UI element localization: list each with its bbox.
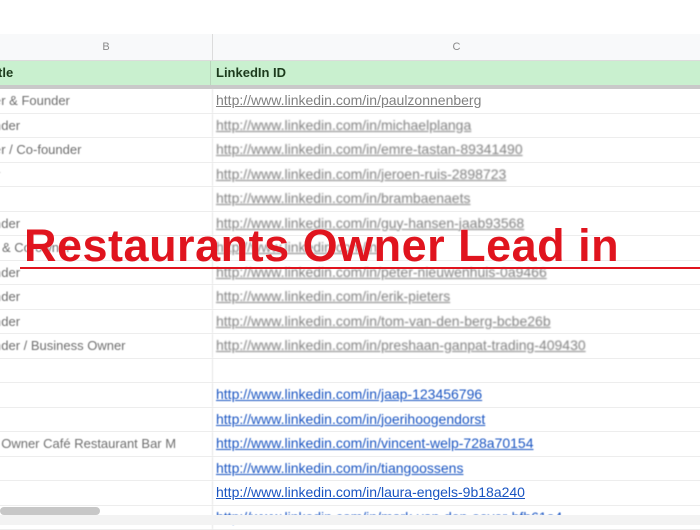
column-header-c[interactable]: C [213, 34, 700, 61]
cell-title-text: / Owner Café Restaurant Bar M [0, 436, 176, 451]
cell-title[interactable]: nder [0, 285, 213, 309]
cell-title[interactable]: y [0, 163, 213, 187]
table-row: http://www.linkedin.com/in/laura-engels-… [0, 481, 700, 506]
header-cell-title[interactable]: tle [0, 61, 211, 85]
cell-linkedin-url[interactable]: http://www.linkedin.com/in/michaelplanga [216, 114, 700, 138]
cell-title-text: er & Founder [0, 93, 70, 108]
cell-linkedin-url[interactable]: http://www.linkedin.com/in/laura-engels-… [216, 481, 700, 505]
table-row: er & Founder http://www.linkedin.com/in/p… [0, 89, 700, 114]
table-row: y http://www.linkedin.com/in/jeroen-ruis-… [0, 163, 700, 188]
cell-linkedin-url[interactable]: http://www.linkedin.com/in/paulzonnenber… [216, 89, 700, 113]
table-row: nder http://www.linkedin.com/in/michaelpl… [0, 114, 700, 139]
header-row: tle LinkedIn ID [0, 61, 700, 86]
cell-title-text: y [0, 167, 1, 182]
table-row: http://www.linkedin.com/in/joerihoogendo… [0, 408, 700, 433]
cell-title[interactable]: / Owner Café Restaurant Bar M [0, 432, 213, 456]
cell-title-text: nder [0, 216, 20, 231]
cell-title[interactable] [0, 457, 213, 481]
cell-title[interactable] [0, 187, 213, 211]
cell-linkedin-url[interactable]: http://www.linkedin.com/in/jaap-12345679… [216, 383, 700, 407]
column-header-b[interactable]: B [0, 34, 213, 61]
table-row: er / Co-founder http://www.linkedin.com/i… [0, 138, 700, 163]
sheet-grid: er & Founder http://www.linkedin.com/in/p… [0, 89, 700, 530]
table-row: http://www.linkedin.com/in/jaap-12345679… [0, 383, 700, 408]
cell-linkedin-url[interactable]: http://www.linkedin.com/in/tiangoossens [216, 457, 700, 481]
table-row [0, 359, 700, 384]
table-row: nder / Business Owner http://www.linkedin… [0, 334, 700, 359]
cell-title-text: nder / Business Owner [0, 338, 126, 353]
table-row: http://www.linkedin.com/in/tiangoossens [0, 457, 700, 482]
header-cell-linkedin-id[interactable]: LinkedIn ID [216, 61, 286, 85]
cell-title[interactable]: nder [0, 310, 213, 334]
cell-linkedin-url[interactable]: http://www.linkedin.com/in/erik-pieters [216, 285, 700, 309]
table-row: nder http://www.linkedin.com/in/erik-piet… [0, 285, 700, 310]
cell-linkedin-url[interactable]: http://www.linkedin.com/in/emre-tastan-8… [216, 138, 700, 162]
toolbar-strip [0, 0, 700, 35]
table-row: nder http://www.linkedin.com/in/tom-van-d… [0, 310, 700, 335]
overlay-banner-title: Restaurants Owner Lead in [24, 221, 619, 271]
table-row: http://www.linkedin.com/in/brambaenaets [0, 187, 700, 212]
table-row: / Owner Café Restaurant Bar M http://www.… [0, 432, 700, 457]
cell-title[interactable] [0, 408, 213, 432]
cell-linkedin-url[interactable] [216, 359, 700, 383]
cell-linkedin-url[interactable]: http://www.linkedin.com/in/jeroen-ruis-2… [216, 163, 700, 187]
cell-linkedin-url[interactable]: http://www.linkedin.com/in/brambaenaets [216, 187, 700, 211]
cell-title[interactable]: er / Co-founder [0, 138, 213, 162]
horizontal-scrollbar[interactable] [0, 507, 100, 515]
cell-title[interactable]: nder / Business Owner [0, 334, 213, 358]
cell-title[interactable] [0, 383, 213, 407]
cell-linkedin-url[interactable]: http://www.linkedin.com/in/preshaan-ganp… [216, 334, 700, 358]
cell-title-text: er / Co-founder [0, 142, 81, 157]
cell-linkedin-url[interactable]: http://www.linkedin.com/in/tom-van-den-b… [216, 310, 700, 334]
cell-linkedin-url[interactable]: http://www.linkedin.com/in/joerihoogendo… [216, 408, 700, 432]
cell-title-text: nder [0, 314, 20, 329]
bottom-edge [0, 515, 700, 525]
cell-title[interactable] [0, 481, 213, 505]
cell-title[interactable]: er & Founder [0, 89, 213, 113]
cell-title-text: nder [0, 265, 20, 280]
banner-underline [20, 267, 700, 269]
cell-linkedin-url[interactable]: http://www.linkedin.com/in/vincent-welp-… [216, 432, 700, 456]
cell-title[interactable]: nder [0, 114, 213, 138]
cell-title-text: nder [0, 289, 20, 304]
cell-title[interactable] [0, 359, 213, 383]
cell-title-text: nder [0, 118, 20, 133]
